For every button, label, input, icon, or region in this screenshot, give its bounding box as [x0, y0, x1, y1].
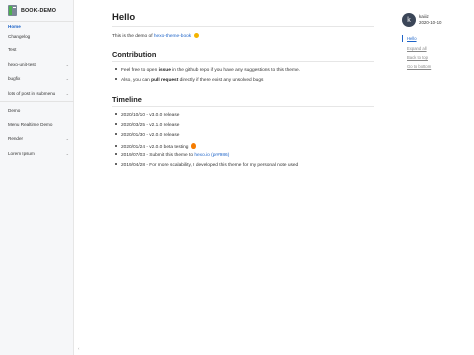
list-item: Feel free to open issue in the github re… — [112, 68, 300, 73]
sidebar-item-label: Changelog — [8, 34, 31, 39]
hexo-io-link[interactable]: hexo.io — [194, 153, 209, 158]
author-meta: kaiiiz 2020-10-10 — [419, 14, 441, 26]
list-bold: issue — [158, 68, 171, 73]
sidebar-item-render[interactable]: Render ⌄ — [0, 134, 74, 144]
sidebar-item-bugfix[interactable]: bugfix ⌄ — [0, 74, 74, 84]
sidebar-item-label: Render — [8, 136, 24, 141]
contribution-heading: Contribution — [112, 50, 157, 59]
pr-986-link[interactable]: (pr#986) — [211, 153, 229, 158]
toc-indicator — [402, 35, 403, 42]
chevron-down-icon: ⌄ — [65, 76, 69, 81]
list-item: Also, you can pull request directly if t… — [112, 78, 263, 83]
sidebar-item-label: Home — [8, 24, 21, 29]
fire-emoji-icon — [190, 143, 196, 149]
sidebar-item-label: Test — [8, 47, 17, 52]
sidebar-item-label: Menu Realtime Demo — [8, 122, 53, 127]
timeline-item: 2020/03/25 - v2.1.0 release — [112, 123, 179, 128]
list-text: Also, you can — [121, 78, 152, 83]
timeline-text: 2020/01/24 - v2.0.0 beta testing — [121, 145, 189, 150]
title-rule — [112, 26, 374, 27]
go-to-bottom-link[interactable]: Go to bottom — [407, 64, 431, 69]
book-logo-icon — [8, 5, 17, 16]
timeline-text: 2020/03/25 - v2.1.0 release — [121, 123, 180, 128]
sidebar-item-changelog[interactable]: Changelog — [0, 32, 74, 42]
list-text: in the github repo if you have any sugge… — [170, 68, 300, 73]
timeline-text: 2019/07/03 - Submit this theme to — [121, 153, 195, 158]
timeline-text: 2020/10/10 - v3.0.0 release — [121, 113, 180, 118]
timeline-item: 2019/07/03 - Submit this theme to hexo.i… — [112, 153, 229, 158]
sidebar-item-demo[interactable]: Demo — [0, 106, 74, 116]
sidebar: BOOK-DEMO Home Changelog Test hexo-unit-… — [0, 0, 74, 355]
list-bold: pull request — [151, 78, 179, 83]
chevron-left-icon[interactable]: ‹ — [78, 346, 80, 351]
timeline-rule — [112, 106, 374, 107]
sidebar-item-test[interactable]: Test — [0, 45, 74, 55]
expand-all-link[interactable]: Expand all — [407, 46, 427, 51]
sidebar-item-hexo-unit-test[interactable]: hexo-unit-test ⌄ — [0, 60, 74, 70]
list-text: Feel free to open — [121, 68, 159, 73]
chevron-down-icon: ⌄ — [65, 136, 69, 141]
sidebar-item-label: bugfix — [8, 76, 21, 81]
timeline-text: 2020/01/30 - v2.0.0 release — [121, 133, 180, 138]
timeline-text: 2019/04/28 - For more scalability, I dev… — [121, 163, 299, 168]
chevron-down-icon: ⌄ — [65, 62, 69, 67]
sidebar-item-label: Lorem Ipsum — [8, 151, 35, 156]
sidebar-item-menu-realtime-demo[interactable]: Menu Realtime Demo — [0, 120, 74, 130]
timeline-item: 2020/01/24 - v2.0.0 beta testing — [112, 143, 196, 150]
toc-item-hello[interactable]: Hello — [407, 36, 417, 41]
sidebar-item-home[interactable]: Home — [0, 22, 74, 32]
hexo-theme-book-link[interactable]: hexo-theme-book — [154, 34, 191, 39]
brand[interactable]: BOOK-DEMO — [0, 0, 73, 22]
brand-title: BOOK-DEMO — [21, 7, 57, 14]
sidebar-divider — [0, 101, 74, 102]
back-to-top-link[interactable]: Back to top — [407, 55, 428, 60]
timeline-item: 2020/10/10 - v3.0.0 release — [112, 113, 179, 118]
intro-text: This is the demo of — [112, 34, 154, 39]
list-text: directly if there exist any unsolved bug… — [178, 78, 264, 83]
page-title: Hello — [112, 12, 136, 23]
sidebar-item-label: lots of post in submenu — [8, 91, 56, 96]
smile-emoji-icon — [193, 33, 199, 38]
avatar[interactable]: k — [402, 13, 416, 27]
chevron-down-icon: ⌄ — [65, 151, 69, 156]
author-info: k kaiiiz 2020-10-10 — [402, 13, 441, 27]
chevron-down-icon: ⌄ — [65, 91, 69, 96]
timeline-item: 2020/01/30 - v2.0.0 release — [112, 133, 179, 138]
timeline-item: 2019/04/28 - For more scalability, I dev… — [112, 163, 298, 168]
sidebar-item-label: Demo — [8, 108, 21, 113]
timeline-heading: Timeline — [112, 95, 142, 104]
sidebar-item-lorem-ipsum[interactable]: Lorem Ipsum ⌄ — [0, 149, 74, 159]
intro-paragraph: This is the demo of hexo-theme-book — [112, 33, 199, 39]
sidebar-item-label: hexo-unit-test — [8, 62, 36, 67]
contribution-rule — [112, 61, 374, 62]
sidebar-item-lots-of-post[interactable]: lots of post in submenu ⌄ — [0, 89, 74, 99]
post-date: 2020-10-10 — [419, 20, 442, 25]
